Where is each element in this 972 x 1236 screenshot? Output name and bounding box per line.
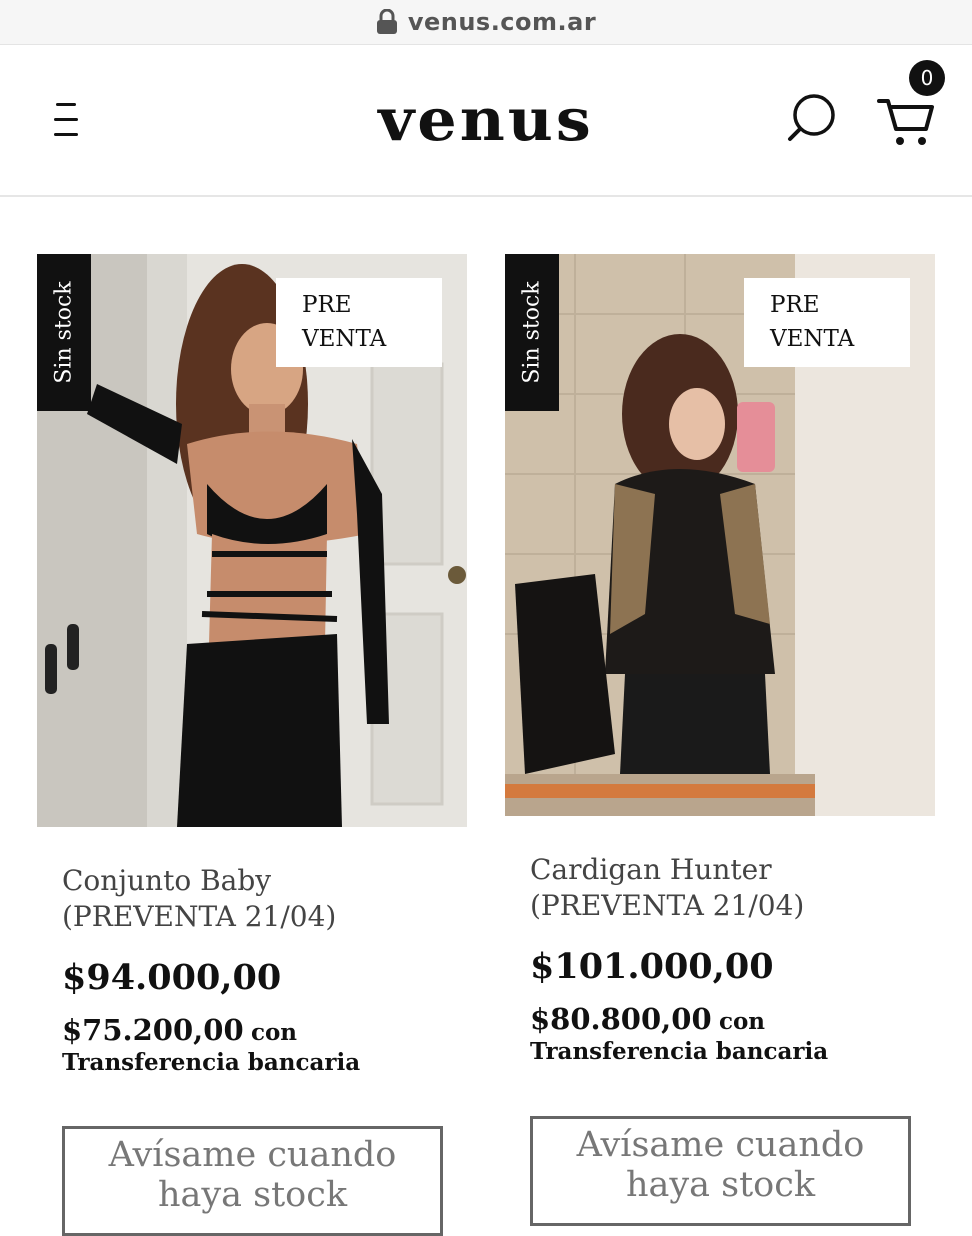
transfer-price-con: con	[250, 1019, 298, 1046]
notify-stock-button[interactable]: Avísame cuando haya stock	[530, 1116, 911, 1226]
cart-count-badge: 0	[909, 60, 945, 96]
product-price: $101.000,00	[530, 946, 774, 987]
transfer-price: $80.800,00 con Transferencia bancaria	[530, 1005, 935, 1066]
transfer-price-con: con	[718, 1008, 766, 1035]
search-icon[interactable]	[786, 93, 838, 145]
preventa-badge: PRE VENTA	[744, 278, 910, 367]
transfer-price-value: $80.800,00	[530, 1002, 712, 1036]
transfer-method: Transferencia bancaria	[62, 1049, 361, 1076]
preventa-badge: PRE VENTA	[276, 278, 442, 367]
sin-stock-tag: Sin stock	[37, 254, 91, 411]
sin-stock-label: Sin stock	[51, 281, 77, 384]
product-name[interactable]: Cardigan Hunter (PREVENTA 21/04)	[530, 852, 920, 924]
preventa-badge-line2: VENTA	[770, 326, 855, 352]
transfer-price: $75.200,00 con Transferencia bancaria	[62, 1016, 467, 1077]
site-header: venus	[0, 45, 972, 197]
preventa-badge-line2: VENTA	[302, 326, 387, 352]
browser-url-bar[interactable]: venus.com.ar	[0, 0, 972, 45]
cart-icon[interactable]	[876, 95, 936, 149]
transfer-price-value: $75.200,00	[62, 1013, 244, 1047]
url-text: venus.com.ar	[407, 8, 597, 36]
lock-icon	[376, 9, 397, 34]
product-name[interactable]: Conjunto Baby (PREVENTA 21/04)	[62, 863, 452, 935]
sin-stock-tag: Sin stock	[505, 254, 559, 411]
product-image[interactable]: Sin stock PRE VENTA	[37, 254, 467, 827]
sin-stock-label: Sin stock	[519, 281, 545, 384]
product-card: Sin stock PRE VENTA Conjunto Baby (PREVE…	[37, 254, 467, 1236]
product-card: Sin stock PRE VENTA Cardigan Hunter (PRE…	[505, 254, 935, 1226]
notify-stock-button[interactable]: Avísame cuando haya stock	[62, 1126, 443, 1236]
preventa-badge-line1: PRE	[770, 292, 820, 318]
product-price: $94.000,00	[62, 957, 282, 998]
product-image[interactable]: Sin stock PRE VENTA	[505, 254, 935, 816]
preventa-badge-line1: PRE	[302, 292, 352, 318]
transfer-method: Transferencia bancaria	[530, 1038, 829, 1065]
